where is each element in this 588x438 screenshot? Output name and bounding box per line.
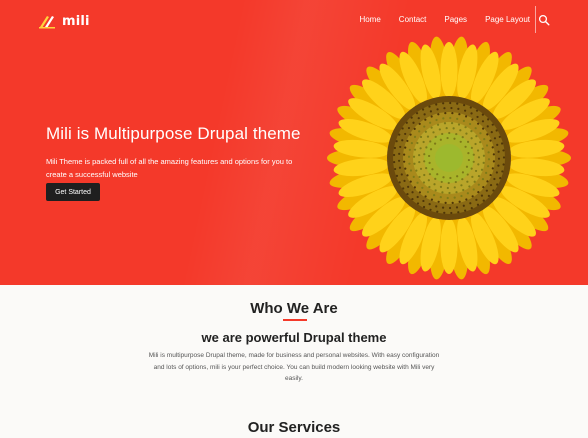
sunflower-image [327, 36, 571, 280]
site-logo[interactable]: mili [38, 13, 90, 29]
nav-contact[interactable]: Contact [399, 14, 427, 26]
hero-banner: mili Home Contact Pages Page Layout Mili… [0, 0, 588, 285]
main-nav: Home Contact Pages Page Layout [341, 14, 530, 26]
get-started-button[interactable]: Get Started [46, 183, 100, 201]
who-description: Mili is multipurpose Drupal theme, made … [148, 352, 440, 382]
title-underline [283, 319, 307, 321]
nav-divider [535, 6, 536, 33]
who-subtitle: we are powerful Drupal theme [201, 330, 387, 345]
search-icon[interactable] [538, 14, 550, 26]
hero-title: Mili is Multipurpose Drupal theme [46, 124, 301, 143]
logo-text: mili [62, 13, 90, 29]
our-services-title: Our Services [247, 419, 341, 436]
nav-pages[interactable]: Pages [444, 14, 467, 26]
logo-mark-icon [39, 16, 55, 29]
hero-description: Mili Theme is packed full of all the ama… [46, 157, 293, 179]
nav-page-layout[interactable]: Page Layout [485, 14, 530, 26]
who-we-are-title: Who We Are [250, 300, 338, 317]
nav-home[interactable]: Home [359, 14, 380, 26]
